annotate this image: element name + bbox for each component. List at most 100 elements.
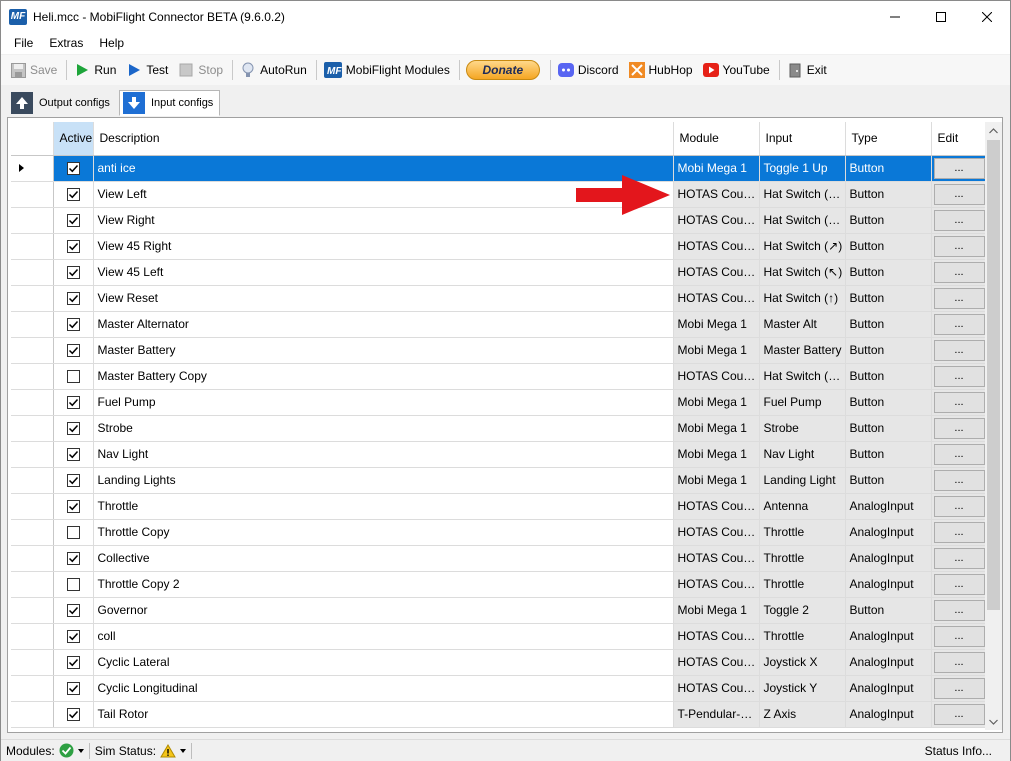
edit-row-button[interactable]: ... <box>933 599 984 621</box>
row-header-cell[interactable] <box>11 363 54 390</box>
edit-row-button[interactable]: ... <box>933 443 984 465</box>
description-cell[interactable]: Throttle Copy 2 <box>93 571 674 598</box>
row-header-cell[interactable] <box>11 233 54 260</box>
table-row[interactable]: anti ice Mobi Mega 1 Toggle 1 Up Button... <box>11 155 985 182</box>
edit-row-button[interactable]: ... <box>933 261 984 283</box>
description-cell[interactable]: Fuel Pump <box>93 389 674 416</box>
edit-row-button[interactable]: ... <box>933 469 984 491</box>
description-cell[interactable]: coll <box>93 623 674 650</box>
edit-row-button[interactable]: ... <box>933 235 984 257</box>
edit-row-button[interactable]: ... <box>933 521 984 543</box>
table-row[interactable]: Throttle HOTAS Coug... Antenna AnalogInput.… <box>11 493 985 520</box>
edit-row-button[interactable]: ... <box>933 287 984 309</box>
status-info[interactable]: Status Info... <box>925 744 992 758</box>
row-header-cell[interactable] <box>11 519 54 546</box>
autorun-button[interactable]: AutoRun <box>237 58 310 82</box>
row-header-cell[interactable] <box>11 467 54 494</box>
row-header-cell[interactable] <box>11 649 54 676</box>
table-row[interactable]: View Right HOTAS Coug... Hat Switch (⟶) But… <box>11 207 985 234</box>
edit-row-button[interactable]: ... <box>933 209 984 231</box>
col-header-input[interactable]: Input <box>759 122 846 156</box>
description-cell[interactable]: Nav Light <box>93 441 674 468</box>
stop-button[interactable]: Stop <box>175 58 226 82</box>
description-cell[interactable]: Cyclic Longitudinal <box>93 675 674 702</box>
active-checkbox[interactable] <box>66 708 80 722</box>
edit-row-button[interactable]: ... <box>933 677 984 699</box>
active-checkbox[interactable] <box>66 656 80 670</box>
row-header-cell[interactable] <box>11 337 54 364</box>
col-header-description[interactable]: Description <box>93 122 674 156</box>
tab-input-configs[interactable]: Input configs <box>118 90 221 116</box>
active-checkbox[interactable] <box>66 552 80 566</box>
active-checkbox[interactable] <box>66 682 80 696</box>
table-row[interactable]: Master Battery Mobi Mega 1 Master Battery B… <box>11 337 985 364</box>
active-checkbox[interactable] <box>66 474 80 488</box>
row-header-cell[interactable] <box>11 441 54 468</box>
active-checkbox[interactable] <box>66 344 80 358</box>
menu-file[interactable]: File <box>6 36 41 50</box>
table-row[interactable]: Fuel Pump Mobi Mega 1 Fuel Pump Button... <box>11 389 985 416</box>
col-header-type[interactable]: Type <box>845 122 932 156</box>
table-row[interactable]: Strobe Mobi Mega 1 Strobe Button... <box>11 415 985 442</box>
row-header-cell[interactable] <box>11 285 54 312</box>
col-header-module[interactable]: Module <box>673 122 760 156</box>
edit-row-button[interactable]: ... <box>933 391 984 413</box>
description-cell[interactable]: Tail Rotor <box>93 701 674 728</box>
edit-row-button[interactable]: ... <box>933 183 984 205</box>
discord-button[interactable]: Discord <box>555 58 622 82</box>
row-header-cell[interactable] <box>11 155 54 182</box>
table-row[interactable]: Collective HOTAS Coug... Throttle AnalogInp… <box>11 545 985 572</box>
table-row[interactable]: coll HOTAS Coug... Throttle AnalogInput... <box>11 623 985 650</box>
scroll-down-arrow-icon[interactable] <box>985 713 1002 730</box>
description-cell[interactable]: Governor <box>93 597 674 624</box>
table-row[interactable]: Master Alternator Mobi Mega 1 Master Alt Bu… <box>11 311 985 338</box>
description-cell[interactable]: Throttle Copy <box>93 519 674 546</box>
table-row[interactable]: Cyclic Longitudinal HOTAS Coug... Joystick… <box>11 675 985 702</box>
test-button[interactable]: Test <box>123 58 171 82</box>
table-row[interactable]: Tail Rotor T-Pendular-Ru... Z Axis AnalogIn… <box>11 701 985 728</box>
row-header-cell[interactable] <box>11 701 54 728</box>
description-cell[interactable]: Throttle <box>93 493 674 520</box>
donate-button[interactable]: Donate <box>465 60 540 80</box>
table-row[interactable]: Nav Light Mobi Mega 1 Nav Light Button... <box>11 441 985 468</box>
maximize-button[interactable] <box>918 1 964 32</box>
description-cell[interactable]: View 45 Right <box>93 233 674 260</box>
tab-output-configs[interactable]: Output configs <box>7 90 117 116</box>
active-checkbox[interactable] <box>66 396 80 410</box>
col-header-edit[interactable]: Edit <box>931 122 985 156</box>
edit-row-button[interactable]: ... <box>933 157 984 179</box>
edit-row-button[interactable]: ... <box>933 417 984 439</box>
active-checkbox[interactable] <box>66 370 80 384</box>
active-checkbox[interactable] <box>66 500 80 514</box>
active-checkbox[interactable] <box>66 240 80 254</box>
edit-row-button[interactable]: ... <box>933 573 984 595</box>
active-checkbox[interactable] <box>66 604 80 618</box>
row-header-cell[interactable] <box>11 493 54 520</box>
row-header-cell[interactable] <box>11 675 54 702</box>
edit-row-button[interactable]: ... <box>933 703 984 725</box>
row-header-cell[interactable] <box>11 389 54 416</box>
vertical-scrollbar[interactable] <box>985 122 1002 730</box>
edit-row-button[interactable]: ... <box>933 365 984 387</box>
description-cell[interactable]: View Reset <box>93 285 674 312</box>
row-header-cell[interactable] <box>11 207 54 234</box>
youtube-button[interactable]: YouTube <box>700 58 773 82</box>
description-cell[interactable]: Collective <box>93 545 674 572</box>
scroll-up-arrow-icon[interactable] <box>985 122 1002 139</box>
row-header-cell[interactable] <box>11 311 54 338</box>
description-cell[interactable]: Master Battery <box>93 337 674 364</box>
row-header-cell[interactable] <box>11 259 54 286</box>
scrollbar-thumb[interactable] <box>987 140 1000 610</box>
exit-button[interactable]: Exit <box>784 58 830 82</box>
edit-row-button[interactable]: ... <box>933 339 984 361</box>
table-row[interactable]: View 45 Right HOTAS Coug... Hat Switch (↗)… <box>11 233 985 260</box>
edit-row-button[interactable]: ... <box>933 651 984 673</box>
active-checkbox[interactable] <box>66 188 80 202</box>
mobiflight-modules-button[interactable]: MF MobiFlight Modules <box>321 58 453 82</box>
active-checkbox[interactable] <box>66 214 80 228</box>
active-checkbox[interactable] <box>66 266 80 280</box>
table-row[interactable]: View Reset HOTAS Coug... Hat Switch (↑) But… <box>11 285 985 312</box>
table-row[interactable]: Landing Lights Mobi Mega 1 Landing Light Bu… <box>11 467 985 494</box>
description-cell[interactable]: Cyclic Lateral <box>93 649 674 676</box>
active-checkbox[interactable] <box>66 162 80 176</box>
